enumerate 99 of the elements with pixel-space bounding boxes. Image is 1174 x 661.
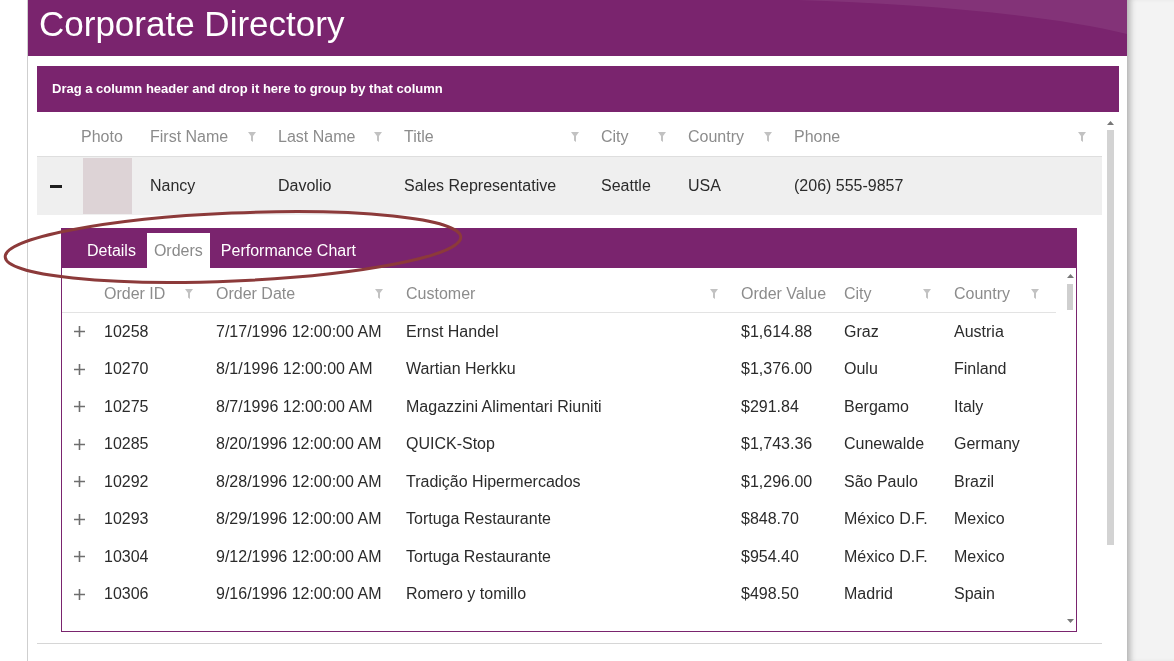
plus-icon[interactable] <box>74 326 85 338</box>
table-cell: $1,614.88 <box>741 322 813 340</box>
table-cell: México D.F. <box>844 510 928 528</box>
column-header[interactable]: Order Date <box>216 285 296 302</box>
filter-icon[interactable] <box>1078 132 1086 142</box>
table-cell: Tradição Hipermercados <box>406 472 581 490</box>
filter-icon[interactable] <box>764 132 772 142</box>
table-cell: Nancy <box>150 177 196 194</box>
scroll-down-arrow-icon[interactable] <box>1066 619 1074 623</box>
table-cell: $954.40 <box>741 547 799 565</box>
table-cell: Austria <box>954 322 1004 340</box>
tab[interactable]: Orders <box>146 233 210 268</box>
plus-icon[interactable] <box>74 363 85 375</box>
table-cell: $291.84 <box>741 397 799 415</box>
tab[interactable]: Performance Chart <box>213 233 363 268</box>
column-header[interactable]: Last Name <box>278 129 356 145</box>
filter-icon[interactable] <box>374 132 382 142</box>
column-header[interactable]: Customer <box>406 285 476 302</box>
column-header[interactable]: Phone <box>794 129 841 145</box>
table-cell: Romero y tomillo <box>406 585 527 603</box>
plus-icon[interactable] <box>74 513 85 525</box>
scrollbar-thumb[interactable] <box>1106 130 1114 545</box>
table-cell: 10270 <box>104 360 149 378</box>
filter-icon[interactable] <box>375 288 383 299</box>
table-cell: Davolio <box>278 177 332 194</box>
table-cell: $1,743.36 <box>741 435 813 453</box>
table-cell: Seattle <box>601 177 651 194</box>
table-cell: Magazzini Alimentari Riuniti <box>406 397 602 415</box>
table-cell: Oulu <box>844 360 878 378</box>
table-cell: Italy <box>954 397 984 415</box>
table-cell: São Paulo <box>844 472 918 490</box>
plus-icon[interactable] <box>74 551 85 563</box>
table-cell: $1,376.00 <box>741 360 813 378</box>
table-cell: Brazil <box>954 472 994 490</box>
table-cell: 10293 <box>104 510 149 528</box>
table-cell: Mexico <box>954 547 1005 565</box>
table-cell: 9/12/1996 12:00:00 AM <box>216 547 382 565</box>
minus-icon[interactable] <box>50 184 62 188</box>
column-header[interactable]: First Name <box>150 129 229 145</box>
column-header[interactable]: Order ID <box>104 285 166 302</box>
table-cell: Mexico <box>954 510 1005 528</box>
table-cell: 8/1/1996 12:00:00 AM <box>216 360 373 378</box>
table-cell: 9/16/1996 12:00:00 AM <box>216 585 382 603</box>
plus-icon[interactable] <box>74 588 85 600</box>
filter-icon[interactable] <box>571 132 579 142</box>
table-cell: 7/17/1996 12:00:00 AM <box>216 322 382 340</box>
scroll-up-arrow-icon[interactable] <box>1066 274 1074 278</box>
filter-icon[interactable] <box>185 288 193 299</box>
table-cell: Cunewalde <box>844 435 925 453</box>
plus-icon[interactable] <box>74 438 85 450</box>
column-header[interactable]: Country <box>688 129 745 145</box>
column-header[interactable]: Title <box>404 129 434 145</box>
table-cell: Tortuga Restaurante <box>406 547 551 565</box>
tab[interactable]: Details <box>80 233 143 268</box>
table-cell: 8/20/1996 12:00:00 AM <box>216 435 382 453</box>
table-cell: 10292 <box>104 472 149 490</box>
table-cell: 10306 <box>104 585 149 603</box>
plus-icon[interactable] <box>74 401 85 413</box>
table-cell: 10275 <box>104 397 149 415</box>
scrollbar-thumb[interactable] <box>1067 284 1073 310</box>
table-cell: Spain <box>954 585 995 603</box>
table-cell: $498.50 <box>741 585 799 603</box>
table-cell: Ernst Handel <box>406 322 499 340</box>
filter-icon[interactable] <box>923 288 931 299</box>
table-cell: 10258 <box>104 322 149 340</box>
table-cell: Germany <box>954 435 1020 453</box>
group-panel[interactable]: Drag a column header and drop it here to group by that column <box>37 66 1119 112</box>
table-cell: QUICK-Stop <box>406 435 495 453</box>
column-header[interactable]: City <box>844 285 872 302</box>
column-header[interactable]: Country <box>954 285 1011 302</box>
table-cell: 8/29/1996 12:00:00 AM <box>216 510 382 528</box>
filter-icon[interactable] <box>248 132 256 142</box>
table-cell: $848.70 <box>741 510 799 528</box>
window-title: Corporate Directory <box>39 5 345 41</box>
table-cell: 10285 <box>104 435 149 453</box>
table-cell: México D.F. <box>844 547 928 565</box>
table-cell: Bergamo <box>844 397 909 415</box>
table-cell: Wartian Herkku <box>406 360 516 378</box>
table-cell: $1,296.00 <box>741 472 813 490</box>
column-header[interactable]: Order Value <box>741 285 827 302</box>
table-cell: Madrid <box>844 585 893 603</box>
filter-icon[interactable] <box>658 132 666 142</box>
filter-icon[interactable] <box>1031 288 1039 299</box>
table-cell: Tortuga Restaurante <box>406 510 551 528</box>
filter-icon[interactable] <box>710 288 718 299</box>
master-row[interactable]: Nancy Davolio Sales Representative Seattle USA (206) 555-9857 <box>37 157 1102 215</box>
table-cell: 8/7/1996 12:00:00 AM <box>216 397 373 415</box>
table-cell: Graz <box>844 322 879 340</box>
table-cell: 8/28/1996 12:00:00 AM <box>216 472 382 490</box>
plus-icon[interactable] <box>74 476 85 488</box>
table-cell: Sales Representative <box>404 177 557 194</box>
column-header[interactable]: Photo <box>81 129 123 145</box>
column-header[interactable]: City <box>601 129 629 145</box>
scroll-up-arrow-icon[interactable] <box>1106 121 1114 125</box>
table-cell: USA <box>688 177 721 194</box>
table-cell: Finland <box>954 360 1007 378</box>
table-cell: (206) 555-9857 <box>794 177 904 194</box>
group-hint: Drag a column header and drop it here to group by that column <box>52 80 443 99</box>
table-cell: 10304 <box>104 547 149 565</box>
